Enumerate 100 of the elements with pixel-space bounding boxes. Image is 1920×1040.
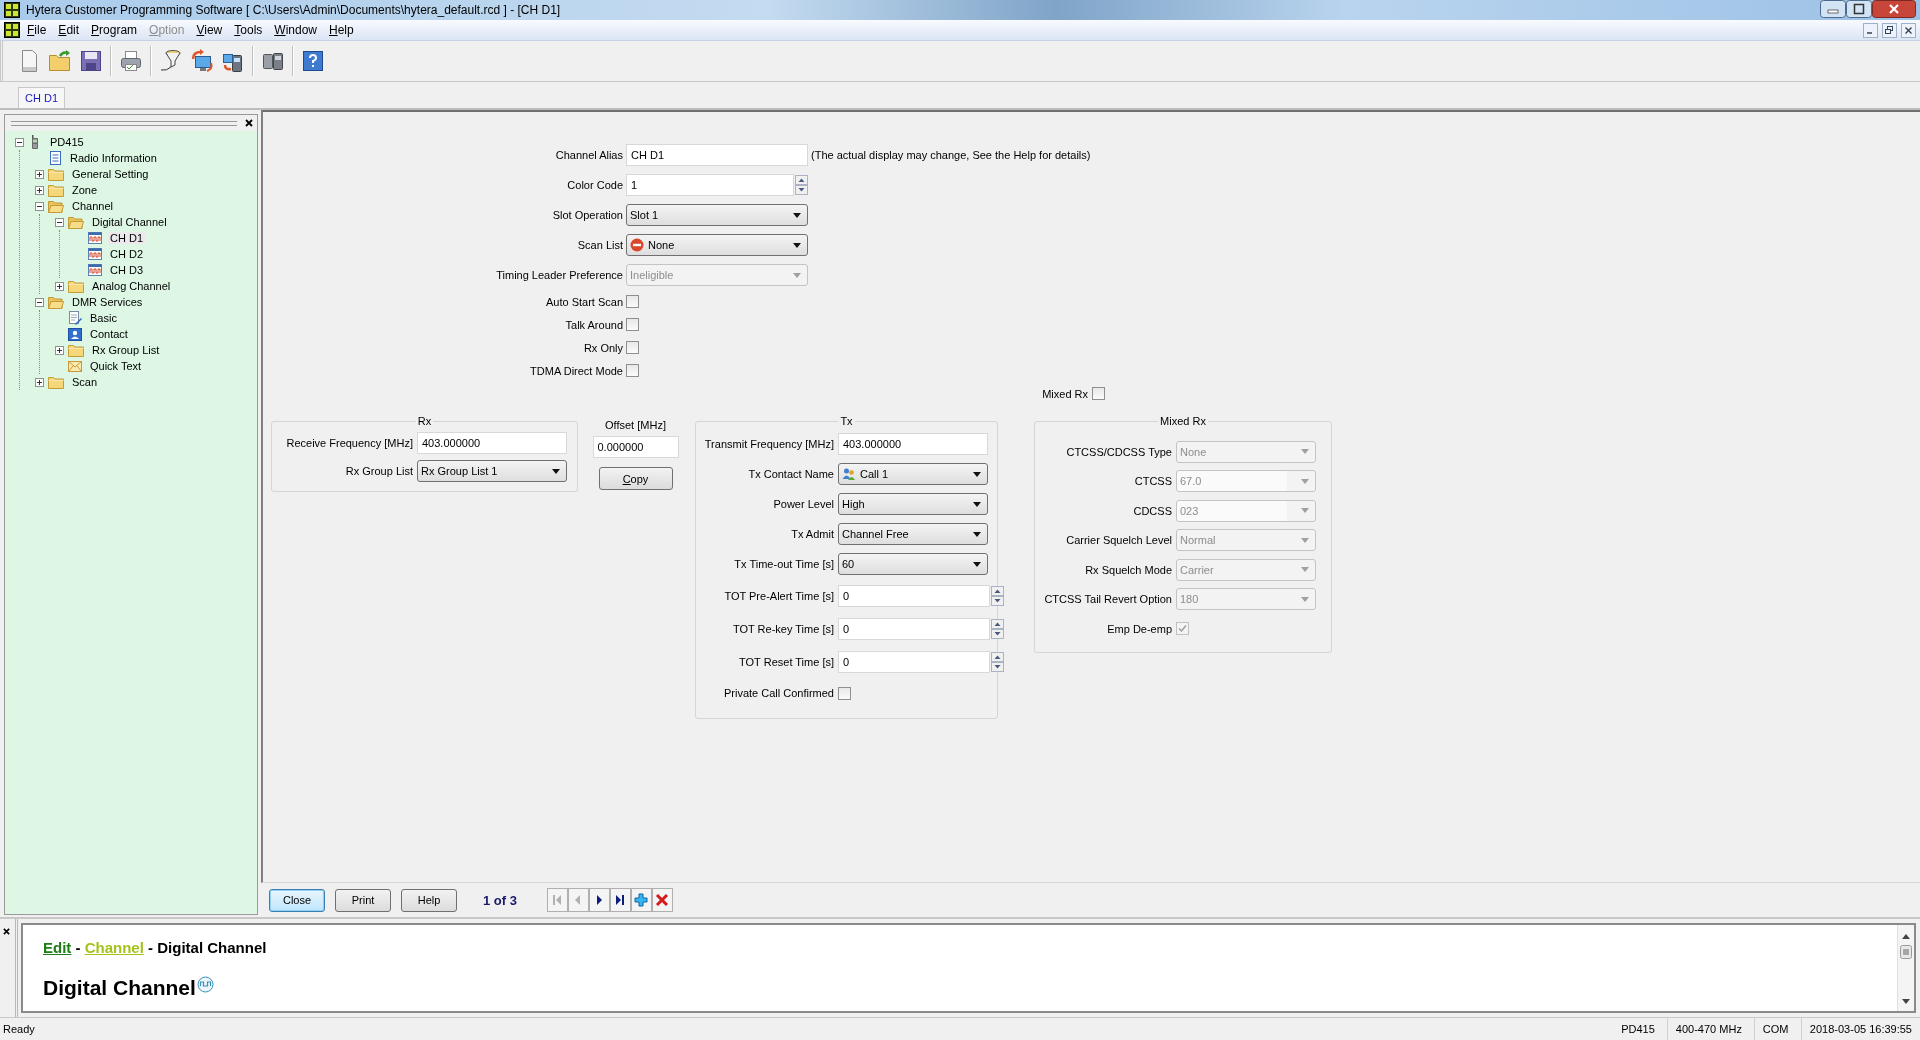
tree-item[interactable]: PD415 bbox=[48, 136, 86, 148]
checkbox[interactable] bbox=[626, 364, 639, 377]
menu-item[interactable]: Tools bbox=[229, 23, 268, 37]
printer-icon[interactable] bbox=[119, 49, 143, 73]
close-icon[interactable] bbox=[1872, 0, 1916, 18]
wave-circle-icon bbox=[196, 976, 214, 993]
dropdown[interactable]: Call 1 bbox=[838, 463, 988, 485]
spinner-icon[interactable] bbox=[991, 618, 1004, 639]
field-label: Emp De-emp bbox=[1106, 622, 1172, 635]
checkbox[interactable] bbox=[626, 295, 639, 308]
last-record-button[interactable] bbox=[609, 888, 631, 912]
number-field[interactable]: 0 bbox=[838, 650, 990, 673]
close-icon[interactable] bbox=[245, 119, 253, 127]
tree-item[interactable]: Contact bbox=[88, 328, 130, 340]
expand-toggle[interactable] bbox=[55, 345, 64, 355]
footer-button[interactable]: Help bbox=[401, 888, 457, 912]
tree-item[interactable]: Zone bbox=[70, 184, 100, 196]
footer-button[interactable]: Close bbox=[269, 888, 325, 912]
tree-item[interactable]: CH D2 bbox=[108, 248, 145, 260]
checkbox[interactable] bbox=[626, 318, 639, 331]
tree-item[interactable]: Rx Group List bbox=[90, 344, 162, 356]
checkbox[interactable] bbox=[1092, 387, 1105, 400]
channel-wave-icon bbox=[88, 264, 102, 276]
menu-item[interactable]: View bbox=[191, 23, 228, 37]
add-record-button[interactable] bbox=[630, 888, 652, 912]
scroll-thumb[interactable] bbox=[1900, 945, 1912, 959]
restore-icon[interactable] bbox=[1882, 22, 1897, 38]
collapse-toggle[interactable] bbox=[15, 137, 24, 147]
computer-arrows-icon[interactable] bbox=[190, 49, 214, 73]
open-folder-icon[interactable] bbox=[48, 49, 72, 73]
minimize-icon[interactable] bbox=[1863, 22, 1878, 38]
tree-item[interactable]: CH D1 bbox=[108, 232, 145, 244]
tree-item[interactable]: Radio Information bbox=[68, 152, 159, 164]
folder-icon bbox=[48, 375, 64, 389]
menu-item[interactable]: Edit bbox=[53, 23, 85, 37]
tree-item[interactable]: Analog Channel bbox=[90, 280, 173, 292]
expand-toggle[interactable] bbox=[35, 169, 44, 179]
expand-toggle[interactable] bbox=[55, 281, 64, 291]
caret-icon bbox=[973, 531, 981, 537]
document-tab[interactable]: CH D1 bbox=[18, 87, 65, 108]
delete-record-button[interactable] bbox=[651, 888, 673, 912]
dropdown[interactable]: Slot 1 bbox=[626, 204, 808, 226]
tree-item[interactable]: Scan bbox=[70, 376, 100, 388]
field-label: Auto Start Scan bbox=[544, 295, 623, 308]
caret-icon bbox=[1301, 449, 1309, 455]
caret-icon bbox=[793, 212, 801, 218]
spinner-icon[interactable] bbox=[991, 651, 1004, 672]
menu-item[interactable]: Help bbox=[324, 23, 359, 37]
status-pane: 400-470 MHz bbox=[1666, 1018, 1754, 1040]
save-icon[interactable] bbox=[79, 49, 103, 73]
next-record-button[interactable] bbox=[588, 888, 610, 912]
scroll-up-icon[interactable] bbox=[1902, 933, 1910, 939]
text-field[interactable]: 403.000000 bbox=[417, 432, 567, 454]
expand-toggle[interactable] bbox=[35, 185, 44, 195]
menu-item[interactable]: File bbox=[22, 23, 52, 37]
dropdown[interactable]: None bbox=[626, 234, 808, 256]
footer-button[interactable]: Print bbox=[335, 888, 391, 912]
number-field[interactable]: 0 bbox=[838, 584, 990, 607]
text-field[interactable]: 403.000000 bbox=[838, 433, 988, 455]
tree-item[interactable]: DMR Services bbox=[70, 296, 145, 308]
maximize-icon[interactable] bbox=[1846, 0, 1872, 18]
minimize-icon[interactable] bbox=[1820, 0, 1846, 18]
help-icon[interactable] bbox=[301, 49, 325, 73]
tree-item[interactable]: Basic bbox=[88, 312, 119, 324]
dropdown[interactable]: 60 bbox=[838, 553, 988, 575]
text-field[interactable]: CH D1 bbox=[626, 144, 808, 166]
tree-item[interactable]: Digital Channel bbox=[90, 216, 169, 228]
number-field[interactable]: 1 bbox=[626, 174, 794, 196]
copy-button[interactable]: Copy bbox=[598, 467, 673, 490]
collapse-toggle[interactable] bbox=[35, 297, 44, 307]
field-label: Private Call Confirmed bbox=[722, 687, 834, 699]
dropdown[interactable]: Channel Free bbox=[838, 523, 988, 545]
close-icon[interactable] bbox=[1901, 22, 1916, 38]
document-pen-icon bbox=[68, 311, 82, 325]
caret-icon bbox=[793, 242, 801, 248]
tree-item[interactable]: CH D3 bbox=[108, 264, 145, 276]
text-field[interactable]: 0.000000 bbox=[592, 436, 679, 458]
checkbox[interactable] bbox=[838, 686, 851, 700]
spinner-icon[interactable] bbox=[991, 585, 1004, 606]
breadcrumb-link[interactable]: Edit bbox=[43, 939, 72, 956]
expand-toggle[interactable] bbox=[35, 377, 44, 387]
dropdown[interactable]: High bbox=[838, 493, 988, 515]
tree-item[interactable]: Quick Text bbox=[88, 360, 144, 372]
close-icon[interactable] bbox=[3, 928, 10, 935]
checkbox[interactable] bbox=[626, 341, 639, 354]
number-field[interactable]: 0 bbox=[838, 617, 990, 640]
scroll-down-icon[interactable] bbox=[1902, 999, 1910, 1005]
menu-item[interactable]: Program bbox=[86, 23, 143, 37]
menu-item[interactable]: Window bbox=[269, 23, 322, 37]
tree-item[interactable]: Channel bbox=[70, 200, 115, 212]
collapse-toggle[interactable] bbox=[55, 217, 64, 227]
funnel-icon[interactable] bbox=[159, 49, 183, 73]
field-label: Color Code bbox=[566, 179, 623, 191]
tree-item[interactable]: General Setting bbox=[70, 168, 151, 180]
contact-card-icon bbox=[68, 327, 82, 341]
collapse-toggle[interactable] bbox=[35, 201, 44, 211]
dropdown[interactable]: Rx Group List 1 bbox=[417, 460, 567, 482]
spinner-icon[interactable] bbox=[795, 175, 808, 195]
field-label: Transmit Frequency [MHz] bbox=[703, 438, 834, 450]
scrollbar[interactable] bbox=[1897, 925, 1914, 1011]
